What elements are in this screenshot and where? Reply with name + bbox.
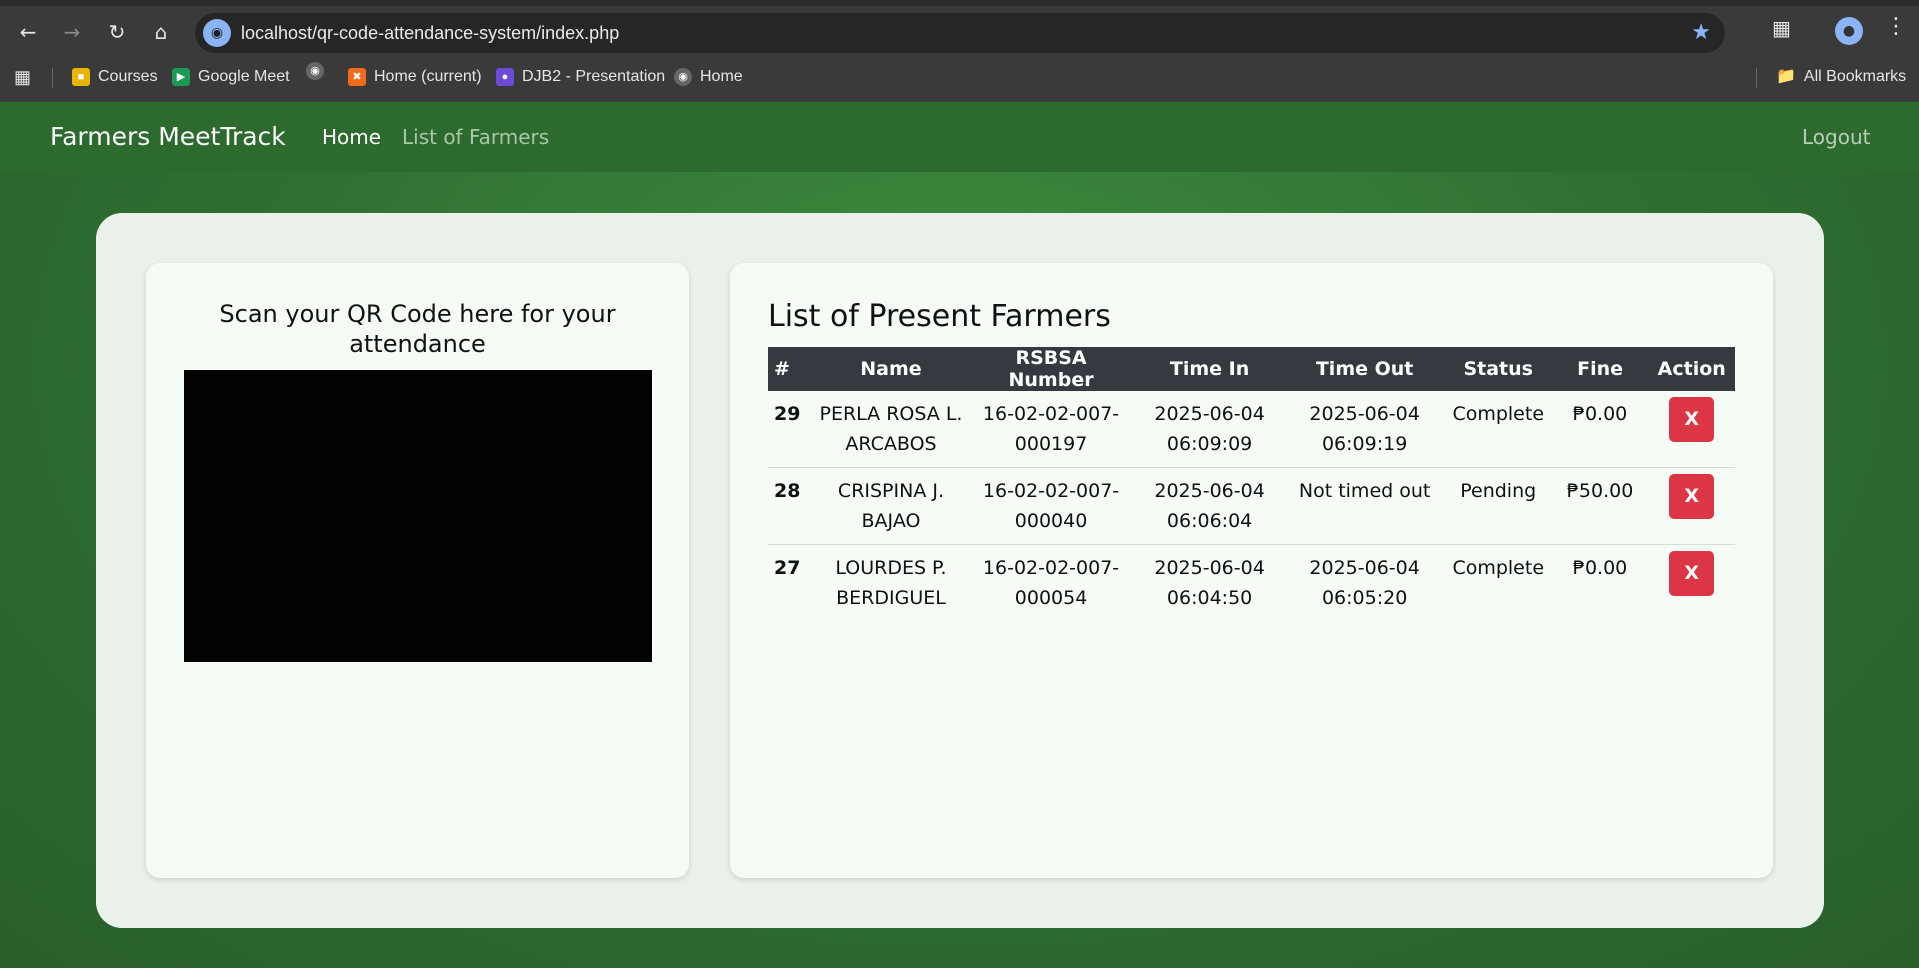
- forward-icon[interactable]: →: [58, 18, 86, 46]
- bookmark-courses[interactable]: ■ Courses: [72, 62, 158, 92]
- column-header: Name: [814, 347, 968, 391]
- site-info-icon[interactable]: ◉: [203, 19, 231, 47]
- brand-link[interactable]: Farmers MeetTrack: [50, 102, 286, 172]
- browser-toolbar: ← → ↻ ⌂ ◉ localhost/qr-code-attendance-s…: [0, 0, 1919, 62]
- column-header: #: [768, 347, 815, 391]
- column-header: Status: [1444, 347, 1552, 391]
- divider: [1756, 68, 1757, 88]
- home-icon[interactable]: ⌂: [147, 18, 175, 46]
- bookmark-label: Courses: [98, 68, 158, 85]
- bookmark-star-icon[interactable]: ★: [1691, 13, 1711, 53]
- row-id: 28: [768, 467, 815, 545]
- back-icon[interactable]: ←: [14, 18, 42, 46]
- classroom-icon: ■: [72, 68, 90, 86]
- globe-icon: ◉: [674, 68, 692, 86]
- nav-home-link[interactable]: Home: [322, 102, 381, 172]
- farmer-name: LOURDES P. BERDIGUEL: [835, 557, 947, 609]
- table-row: 28 CRISPINA J. BAJAO 16-02-02-007-000040…: [768, 467, 1735, 545]
- fine: ₱0.00: [1551, 391, 1649, 468]
- presentation-icon: ●: [496, 68, 514, 86]
- status: Complete: [1452, 557, 1545, 579]
- column-header: Time In: [1134, 347, 1285, 391]
- folder-icon: 📁: [1776, 68, 1796, 85]
- rsbsa-number: 16-02-02-007-000197: [967, 391, 1135, 468]
- delete-button[interactable]: X: [1669, 551, 1715, 596]
- row-id: 27: [774, 557, 801, 579]
- time-in: 2025-06-04 06:04:50: [1154, 557, 1265, 609]
- time-in: 2025-06-04 06:06:04: [1134, 467, 1285, 545]
- bookmark-label: Home (current): [374, 68, 482, 85]
- column-header: Fine: [1551, 347, 1649, 391]
- bookmark-globe[interactable]: ◉: [306, 62, 324, 80]
- table-row: 27 LOURDES P. BERDIGUEL 16-02-02-007-000…: [768, 545, 1735, 622]
- status: Pending: [1444, 467, 1552, 545]
- meet-icon: ▶: [172, 68, 190, 86]
- action-cell: X: [1648, 545, 1735, 622]
- fine: ₱50.00: [1551, 467, 1649, 545]
- list-title: List of Present Farmers: [768, 299, 1111, 334]
- bookmark-djb2[interactable]: ● DJB2 - Presentation: [496, 62, 665, 92]
- delete-button[interactable]: X: [1669, 474, 1715, 519]
- tab-strip: [0, 0, 1919, 6]
- fine: ₱0.00: [1572, 557, 1628, 579]
- xampp-icon: ✖: [348, 68, 366, 86]
- time-out: Not timed out: [1284, 467, 1445, 545]
- farmer-name: CRISPINA J. BAJAO: [814, 467, 968, 545]
- action-cell: X: [1648, 391, 1735, 468]
- scanner-title: Scan your QR Code here for your attendan…: [219, 300, 616, 358]
- time-out: 2025-06-04 06:09:19: [1284, 391, 1445, 468]
- divider: [52, 68, 53, 88]
- table-row: 29 PERLA ROSA L. ARCABOS 16-02-02-007-00…: [768, 391, 1735, 468]
- row-id: 29: [768, 391, 815, 468]
- bookmark-google-meet[interactable]: ▶ Google Meet: [172, 62, 290, 92]
- action-cell: X: [1648, 467, 1735, 545]
- delete-button[interactable]: X: [1669, 397, 1715, 442]
- farmer-name: PERLA ROSA L. ARCABOS: [814, 391, 968, 468]
- column-header: RSBSA Number: [967, 347, 1135, 391]
- status: Complete: [1444, 391, 1552, 468]
- all-bookmarks-label: All Bookmarks: [1803, 68, 1907, 85]
- bookmark-home[interactable]: ◉ Home: [674, 62, 743, 92]
- qr-camera-preview: [184, 370, 652, 662]
- url-text[interactable]: localhost/qr-code-attendance-system/inde…: [241, 13, 619, 53]
- rsbsa-number: 16-02-02-007-000054: [982, 557, 1120, 609]
- main-panel: Scan your QR Code here for your attendan…: [96, 213, 1824, 928]
- profile-avatar-icon[interactable]: ●: [1835, 17, 1863, 45]
- apps-grid-icon[interactable]: ▦: [14, 62, 31, 92]
- reload-icon[interactable]: ↻: [103, 18, 131, 46]
- bookmarks-bar: ▦ ■ Courses ▶ Google Meet ◉ ✖ Home (curr…: [0, 62, 1919, 102]
- menu-kebab-icon[interactable]: ⋮: [1885, 14, 1907, 39]
- time-in: 2025-06-04 06:09:09: [1134, 391, 1285, 468]
- logout-link[interactable]: Logout: [1802, 102, 1870, 172]
- nav-list-of-farmers-link[interactable]: List of Farmers: [402, 102, 549, 172]
- attendance-table: # Name RSBSA Number Time In Time Out Sta…: [768, 347, 1735, 621]
- navbar: Farmers MeetTrack Home List of Farmers L…: [0, 102, 1919, 172]
- time-out: 2025-06-04 06:05:20: [1309, 557, 1420, 609]
- extensions-icon[interactable]: ▦: [1772, 16, 1791, 40]
- qr-scanner-card: Scan your QR Code here for your attendan…: [146, 263, 689, 878]
- all-bookmarks-folder[interactable]: 📁 All Bookmarks: [1776, 62, 1906, 92]
- column-header: Action: [1648, 347, 1735, 391]
- globe-icon: ◉: [306, 62, 324, 80]
- app-page: Farmers MeetTrack Home List of Farmers L…: [0, 102, 1919, 968]
- present-farmers-card: List of Present Farmers # Name RSBSA Num…: [730, 263, 1773, 878]
- rsbsa-number: 16-02-02-007-000040: [967, 467, 1135, 545]
- bookmark-home-current[interactable]: ✖ Home (current): [348, 62, 482, 92]
- table-header-row: # Name RSBSA Number Time In Time Out Sta…: [768, 347, 1735, 391]
- bookmark-label: Google Meet: [198, 68, 290, 85]
- column-header: Time Out: [1284, 347, 1445, 391]
- bookmark-label: DJB2 - Presentation: [522, 68, 666, 85]
- address-bar[interactable]: ◉ localhost/qr-code-attendance-system/in…: [195, 13, 1725, 53]
- bookmark-label: Home: [700, 68, 743, 85]
